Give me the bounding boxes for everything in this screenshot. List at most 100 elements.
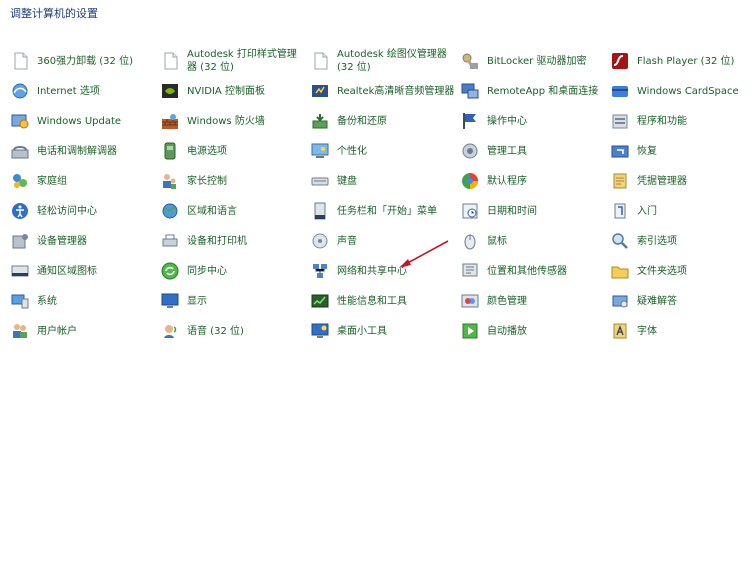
network-sharing-icon: [310, 261, 330, 281]
control-panel-item-color-management[interactable]: 颜色管理: [460, 286, 610, 316]
personalization-icon: [310, 141, 330, 161]
control-panel-item-folder-options[interactable]: 文件夹选项: [610, 256, 750, 286]
control-panel-item-desktop-gadgets[interactable]: 桌面小工具: [310, 316, 460, 346]
control-panel-item-notification-area[interactable]: 通知区域图标: [10, 256, 160, 286]
control-panel-item-taskbar-start[interactable]: 任务栏和「开始」菜单: [310, 196, 460, 226]
control-panel-item-phone-modem[interactable]: 电话和调制解调器: [10, 136, 160, 166]
sync-center-icon: [160, 261, 180, 281]
item-label: 家庭组: [37, 175, 67, 187]
control-panel-item-autoplay[interactable]: 自动播放: [460, 316, 610, 346]
phone-modem-icon: [10, 141, 30, 161]
power-options-icon: [160, 141, 180, 161]
troubleshooting-icon: [610, 291, 630, 311]
control-panel-item-network-sharing[interactable]: 网络和共享中心: [310, 256, 460, 286]
control-panel-item-keyboard[interactable]: 键盘: [310, 166, 460, 196]
control-panel-item-windows-update[interactable]: Windows Update: [10, 106, 160, 136]
control-panel-item-flash-player[interactable]: Flash Player (32 位): [610, 46, 750, 76]
control-panel-item-parental-controls[interactable]: 家长控制: [160, 166, 310, 196]
control-panel-item-homegroup[interactable]: 家庭组: [10, 166, 160, 196]
control-panel-item-bitlocker-key[interactable]: BitLocker 驱动器加密: [460, 46, 610, 76]
control-panel-item-credential-manager[interactable]: 凭据管理器: [610, 166, 750, 196]
remoteapp-icon: [460, 81, 480, 101]
control-panel-item-remoteapp[interactable]: RemoteApp 和桌面连接: [460, 76, 610, 106]
item-label: Realtek高清晰音频管理器: [337, 85, 455, 97]
item-label: 用户帐户: [37, 325, 77, 337]
control-panel-item-internet-options[interactable]: Internet 选项: [10, 76, 160, 106]
control-panel-item-cardspace[interactable]: Windows CardSpace: [610, 76, 750, 106]
document-icon: [310, 51, 330, 71]
control-panel-item-date-time[interactable]: 日期和时间: [460, 196, 610, 226]
page-title: 调整计算机的设置: [10, 7, 98, 20]
item-label: Windows Update: [37, 115, 122, 127]
item-label: Windows 防火墙: [187, 115, 265, 127]
keyboard-icon: [310, 171, 330, 191]
item-label: 程序和功能: [637, 115, 687, 127]
item-label: 恢复: [637, 145, 657, 157]
nvidia-icon: [160, 81, 180, 101]
control-panel-item-user-accounts[interactable]: 用户帐户: [10, 316, 160, 346]
control-panel-item-sync-center[interactable]: 同步中心: [160, 256, 310, 286]
item-label: 语音 (32 位): [187, 325, 244, 337]
item-label: 同步中心: [187, 265, 227, 277]
autoplay-icon: [460, 321, 480, 341]
devices-printers-icon: [160, 231, 180, 251]
item-label: 电话和调制解调器: [37, 145, 117, 157]
control-panel-item-firewall[interactable]: Windows 防火墙: [160, 106, 310, 136]
control-panel-item-indexing-options[interactable]: 索引选项: [610, 226, 750, 256]
item-label: 凭据管理器: [637, 175, 687, 187]
control-panel-item-backup-restore[interactable]: 备份和还原: [310, 106, 460, 136]
item-label: 显示: [187, 295, 207, 307]
display-icon: [160, 291, 180, 311]
control-panel-item-devices-printers[interactable]: 设备和打印机: [160, 226, 310, 256]
item-label: 家长控制: [187, 175, 227, 187]
item-label: 日期和时间: [487, 205, 537, 217]
programs-features-icon: [610, 111, 630, 131]
item-label: RemoteApp 和桌面连接: [487, 85, 599, 97]
control-panel-item-document[interactable]: Autodesk 绘图仪管理器 (32 位): [310, 46, 460, 76]
control-panel-item-recovery[interactable]: 恢复: [610, 136, 750, 166]
control-panel-item-fonts[interactable]: 字体: [610, 316, 750, 346]
control-panel-item-document[interactable]: Autodesk 打印样式管理 器 (32 位): [160, 46, 310, 76]
control-panel-item-default-programs[interactable]: 默认程序: [460, 166, 610, 196]
desktop-gadgets-icon: [310, 321, 330, 341]
item-label: 系统: [37, 295, 57, 307]
item-label: Flash Player (32 位): [637, 55, 735, 67]
item-label: BitLocker 驱动器加密: [487, 55, 587, 67]
action-center-flag-icon: [460, 111, 480, 131]
performance-icon: [310, 291, 330, 311]
control-panel-item-personalization[interactable]: 个性化: [310, 136, 460, 166]
item-label: Autodesk 绘图仪管理器 (32 位): [337, 49, 447, 73]
control-panel-item-region-language[interactable]: 区域和语言: [160, 196, 310, 226]
control-panel-item-mouse[interactable]: 鼠标: [460, 226, 610, 256]
device-manager-icon: [10, 231, 30, 251]
item-label: 自动播放: [487, 325, 527, 337]
control-panel-item-realtek-audio[interactable]: Realtek高清晰音频管理器: [310, 76, 460, 106]
item-label: 性能信息和工具: [337, 295, 407, 307]
control-panel-item-device-manager[interactable]: 设备管理器: [10, 226, 160, 256]
control-panel-item-nvidia[interactable]: NVIDIA 控制面板: [160, 76, 310, 106]
mouse-icon: [460, 231, 480, 251]
item-label: 设备和打印机: [187, 235, 247, 247]
control-panel-item-ease-of-access[interactable]: 轻松访问中心: [10, 196, 160, 226]
control-panel-item-power-options[interactable]: 电源选项: [160, 136, 310, 166]
control-panel-item-getting-started[interactable]: 入门: [610, 196, 750, 226]
control-panel-item-location-sensors[interactable]: 位置和其他传感器: [460, 256, 610, 286]
indexing-options-icon: [610, 231, 630, 251]
control-panel-item-system[interactable]: 系统: [10, 286, 160, 316]
control-panel-item-document[interactable]: 360强力卸载 (32 位): [10, 46, 160, 76]
control-panel-grid: 360强力卸载 (32 位) Autodesk 打印样式管理 器 (32 位) Au…: [10, 46, 750, 346]
control-panel-item-programs-features[interactable]: 程序和功能: [610, 106, 750, 136]
flash-player-icon: [610, 51, 630, 71]
control-panel-item-speech[interactable]: 语音 (32 位): [160, 316, 310, 346]
item-label: 通知区域图标: [37, 265, 97, 277]
control-panel-item-admin-tools[interactable]: 管理工具: [460, 136, 610, 166]
control-panel-item-display[interactable]: 显示: [160, 286, 310, 316]
control-panel-item-action-center-flag[interactable]: 操作中心: [460, 106, 610, 136]
control-panel-item-performance[interactable]: 性能信息和工具: [310, 286, 460, 316]
control-panel-item-troubleshooting[interactable]: 疑难解答: [610, 286, 750, 316]
getting-started-icon: [610, 201, 630, 221]
item-label: 360强力卸载 (32 位): [37, 55, 133, 67]
watermark: [688, 552, 748, 564]
item-label: 设备管理器: [37, 235, 87, 247]
control-panel-item-sound[interactable]: 声音: [310, 226, 460, 256]
